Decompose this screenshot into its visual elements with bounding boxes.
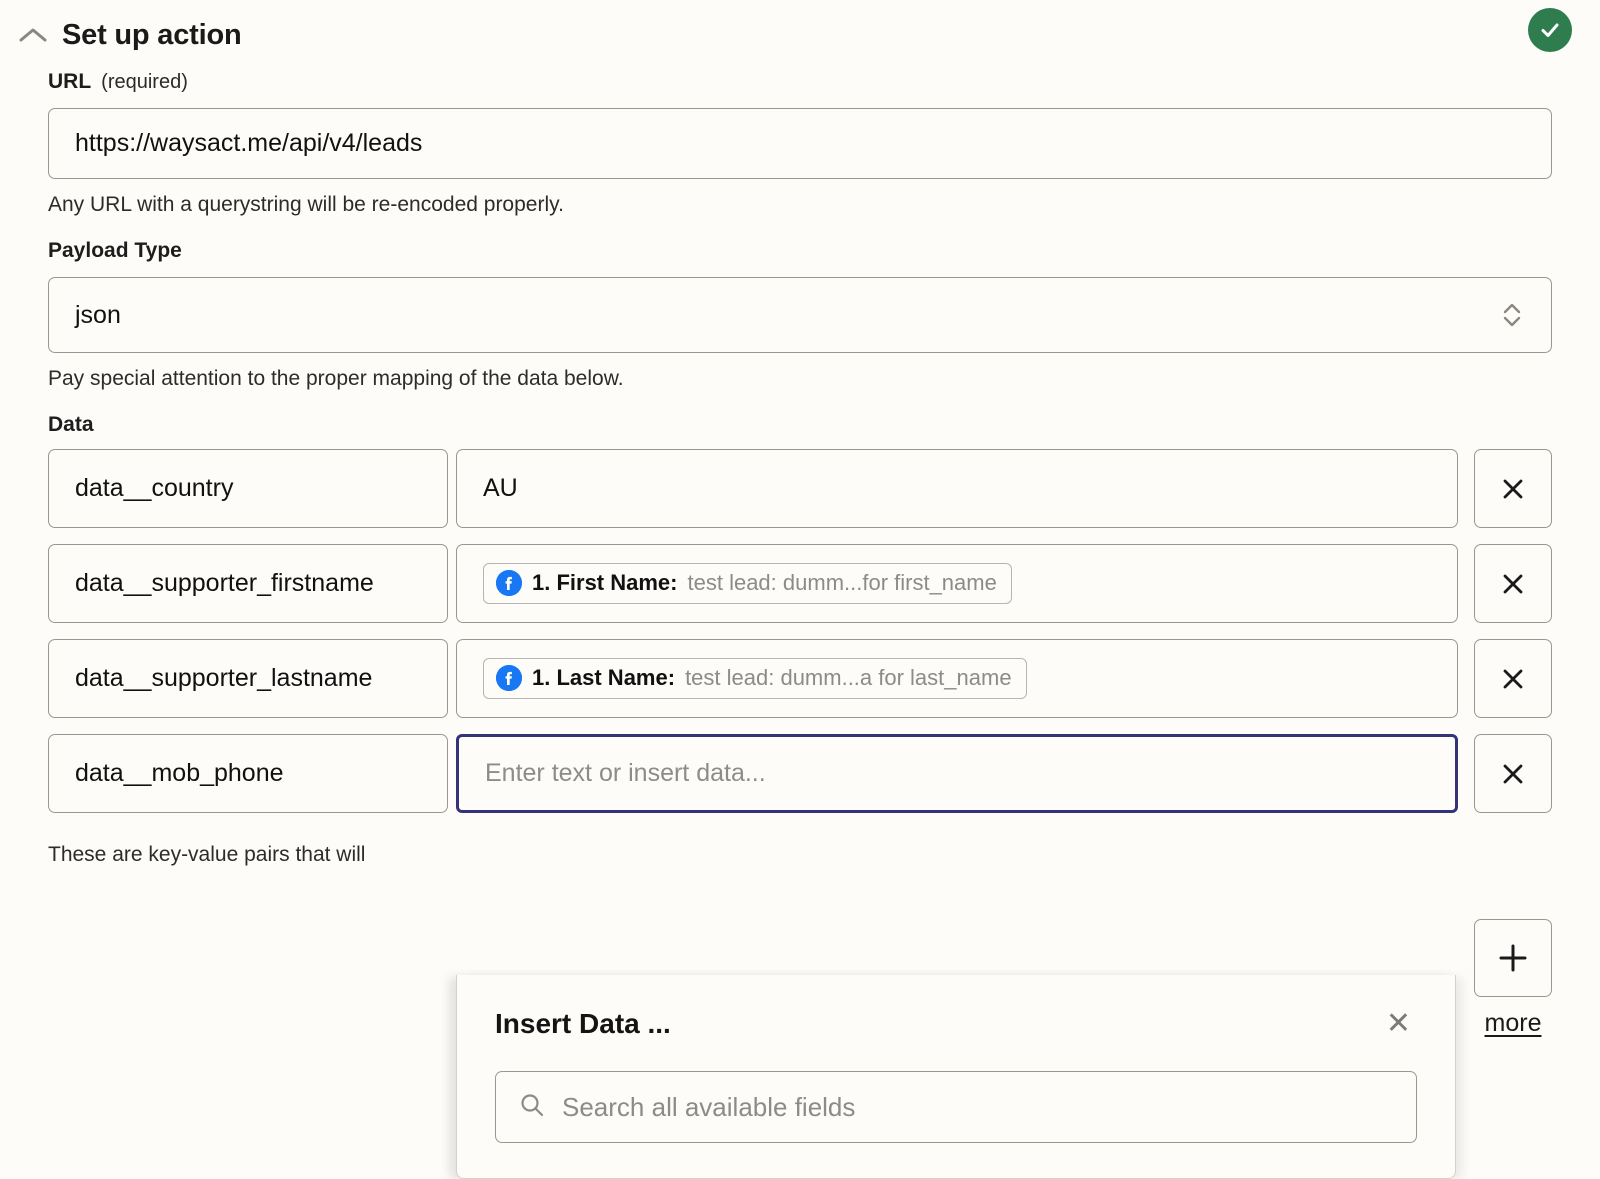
payload-type-selected-value: json: [75, 300, 121, 329]
data-value-text-0: AU: [483, 474, 518, 502]
chevron-up-icon[interactable]: [18, 20, 48, 50]
data-token-label-1: 1. First Name:: [532, 570, 678, 595]
facebook-icon: [496, 570, 522, 596]
close-x-icon: [1503, 479, 1523, 498]
page-title: Set up action: [62, 18, 242, 51]
insert-data-title: Insert Data ...: [495, 1008, 671, 1039]
remove-row-button-1[interactable]: [1474, 544, 1552, 623]
remove-row-button-2[interactable]: [1474, 639, 1552, 718]
data-section-label: Data: [48, 413, 94, 436]
url-help-text: Any URL with a querystring will be re-en…: [48, 193, 564, 216]
data-key-value-2: data__supporter_lastname: [75, 664, 373, 692]
data-value-input-2[interactable]: 1. Last Name: test lead: dumm...a for la…: [456, 639, 1458, 718]
table-row: data__mob_phone Enter text or insert dat…: [0, 734, 1600, 813]
search-icon: [518, 1091, 546, 1124]
action-form: URL (required) https://waysact.me/api/v4…: [0, 70, 1600, 867]
close-x-icon: [1503, 574, 1523, 593]
status-badge-complete: [1528, 8, 1572, 52]
plus-icon: [1499, 944, 1527, 972]
data-key-input-3[interactable]: data__mob_phone: [48, 734, 448, 813]
data-value-input-0[interactable]: AU: [456, 449, 1458, 528]
payload-type-field-label: Payload Type: [48, 239, 1600, 263]
url-label-text: URL: [48, 70, 92, 93]
remove-row-button-0[interactable]: [1474, 449, 1552, 528]
data-token-sample-2: test lead: dumm...a for last_name: [685, 665, 1012, 690]
set-up-action-panel: Set up action URL (required) https://way…: [0, 0, 1600, 1179]
remove-row-button-3[interactable]: [1474, 734, 1552, 813]
chevron-up-down-icon: [1501, 300, 1523, 330]
data-key-input-1[interactable]: data__supporter_firstname: [48, 544, 448, 623]
more-link[interactable]: more: [1485, 1009, 1542, 1038]
data-value-input-3[interactable]: Enter text or insert data...: [456, 734, 1458, 813]
insert-data-popup: Insert Data ... ✕ Search all available f…: [456, 975, 1456, 1179]
data-key-value-1: data__supporter_firstname: [75, 569, 374, 597]
close-x-icon: [1503, 669, 1523, 688]
data-value-input-1[interactable]: 1. First Name: test lead: dumm...for fir…: [456, 544, 1458, 623]
add-row-button[interactable]: [1474, 919, 1552, 997]
data-value-placeholder-3: Enter text or insert data...: [485, 759, 766, 787]
table-row: data__country AU: [0, 449, 1600, 528]
close-x-icon: [1503, 764, 1523, 783]
close-x-icon[interactable]: ✕: [1380, 1007, 1417, 1041]
url-field-label: URL (required): [48, 70, 1600, 94]
payload-type-help-text: Pay special attention to the proper mapp…: [48, 367, 624, 390]
payload-type-select[interactable]: json: [48, 277, 1552, 353]
data-rows: data__country AU data__supporter_firstna…: [0, 449, 1600, 813]
data-token-sample-1: test lead: dumm...for first_name: [687, 570, 997, 595]
search-input[interactable]: Search all available fields: [495, 1071, 1417, 1143]
url-required-note: (required): [101, 71, 188, 93]
data-key-input-0[interactable]: data__country: [48, 449, 448, 528]
add-row-column: more: [1474, 919, 1552, 1038]
search-placeholder: Search all available fields: [562, 1091, 856, 1122]
url-input-value: https://waysact.me/api/v4/leads: [75, 129, 423, 157]
data-key-value-0: data__country: [75, 474, 234, 502]
section-header: Set up action: [0, 0, 1600, 70]
insert-data-header: Insert Data ... ✕: [457, 975, 1455, 1041]
table-row: data__supporter_lastname 1. Last Name: t…: [0, 639, 1600, 718]
check-icon: [1541, 23, 1559, 37]
data-token-chip-2[interactable]: 1. Last Name: test lead: dumm...a for la…: [483, 658, 1027, 699]
data-token-chip-1[interactable]: 1. First Name: test lead: dumm...for fir…: [483, 563, 1012, 604]
payload-type-label-text: Payload Type: [48, 239, 182, 262]
data-key-value-3: data__mob_phone: [75, 759, 284, 787]
data-key-input-2[interactable]: data__supporter_lastname: [48, 639, 448, 718]
data-token-label-2: 1. Last Name:: [532, 665, 676, 690]
facebook-icon: [496, 665, 522, 691]
table-row: data__supporter_firstname 1. First Name:…: [0, 544, 1600, 623]
data-section-footer-note: These are key-value pairs that will: [48, 843, 366, 866]
url-input[interactable]: https://waysact.me/api/v4/leads: [48, 108, 1552, 179]
